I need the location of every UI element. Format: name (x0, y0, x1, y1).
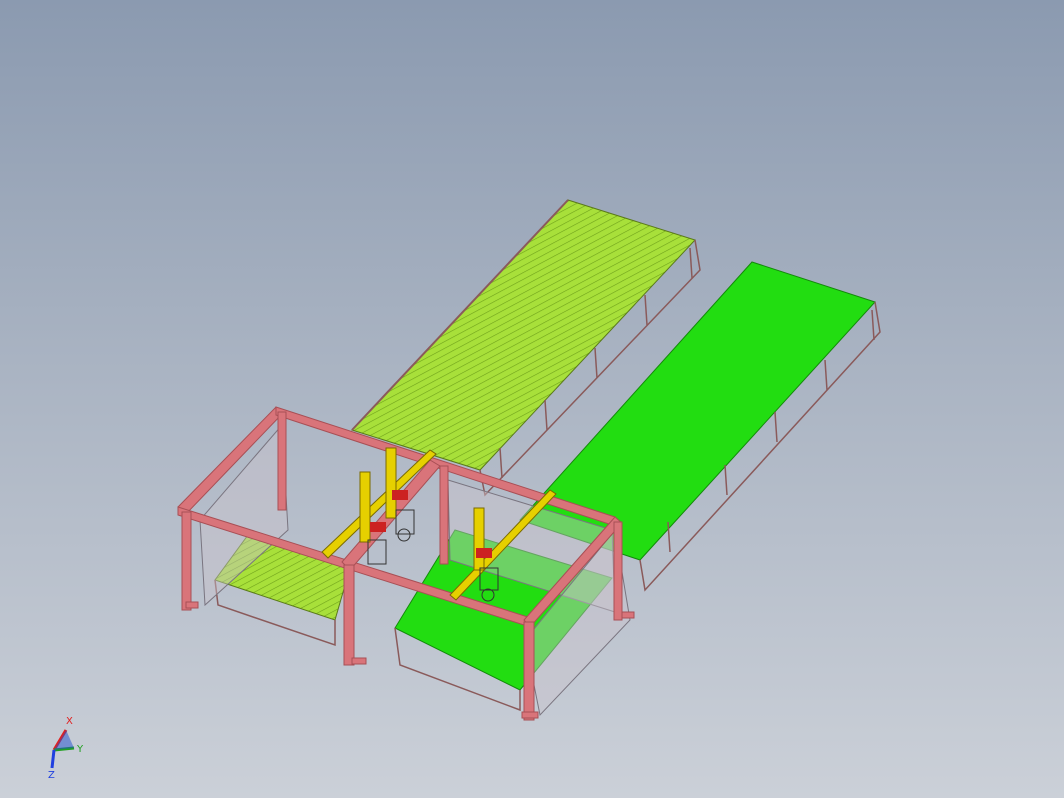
gantry-1-z-axis-b[interactable] (385, 447, 397, 519)
gantry-1-carriage (370, 522, 386, 532)
gantry-2-z-axis[interactable] (473, 507, 485, 571)
gantry-2-carriage (476, 548, 492, 558)
cad-viewport[interactable]: X Y Z (0, 0, 1064, 798)
gantry-robot-1[interactable] (321, 447, 437, 565)
coordinate-triad: X Y Z (40, 712, 100, 782)
z-axis-label: Z (48, 770, 55, 781)
z-axis-arrow (50, 749, 56, 769)
gantry-1-carriage-b (392, 490, 408, 500)
x-axis-label: X (66, 716, 73, 727)
y-axis-label: Y (76, 744, 84, 755)
gantry-1-z-axis[interactable] (359, 471, 371, 543)
assembly-model[interactable] (0, 0, 1064, 798)
coordinate-triad-icon: X Y Z (48, 716, 84, 781)
